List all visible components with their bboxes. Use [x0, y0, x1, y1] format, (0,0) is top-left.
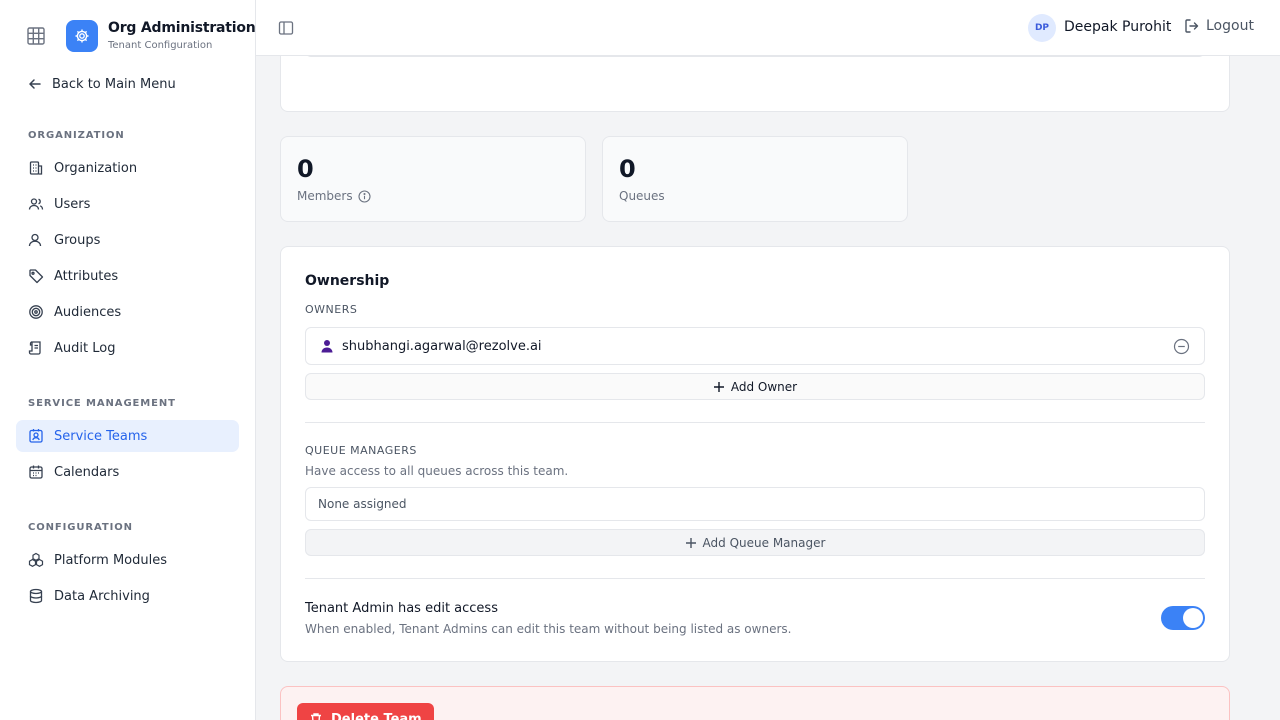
divider [305, 578, 1205, 579]
queues-count: 0 [619, 155, 636, 183]
divider [305, 422, 1205, 423]
sidebar-item-label: Data Archiving [54, 588, 150, 604]
remove-owner-icon[interactable] [1173, 338, 1190, 355]
queues-label-row: Queues [619, 189, 665, 203]
logout-button[interactable]: Logout [1184, 18, 1254, 34]
top-header: DP Deepak Purohit Logout [256, 0, 1280, 56]
owner-email: shubhangi.agarwal@rezolve.ai [342, 338, 542, 354]
sidebar: Org Administration Tenant Configuration … [0, 0, 256, 720]
target-icon [28, 304, 44, 320]
sidebar-item-service-teams[interactable]: Service Teams [16, 420, 239, 452]
queues-stat-card: 0 Queues [602, 136, 908, 222]
toggle-knob [1183, 608, 1203, 628]
grid-icon[interactable] [26, 26, 46, 46]
add-owner-button[interactable]: Add Owner [305, 373, 1205, 400]
plus-icon [713, 381, 725, 393]
members-label: Members [297, 189, 353, 203]
person-icon [320, 339, 334, 353]
info-icon[interactable] [358, 189, 371, 203]
sidebar-item-users[interactable]: Users [16, 188, 239, 220]
owners-heading: OWNERS [305, 303, 358, 316]
sidebar-item-calendars[interactable]: Calendars [16, 456, 239, 488]
ownership-card: Ownership OWNERS shubhangi.agarwal@rezol… [280, 246, 1230, 662]
sidebar-item-label: Users [54, 196, 91, 212]
tenant-admin-toggle[interactable] [1161, 606, 1205, 630]
sidebar-item-label: Calendars [54, 464, 120, 480]
delete-team-label: Delete Team [331, 711, 422, 720]
sidebar-item-audiences[interactable]: Audiences [16, 296, 239, 328]
sidebar-item-attributes[interactable]: Attributes [16, 260, 239, 292]
back-to-main-menu-link[interactable]: Back to Main Menu [28, 74, 176, 94]
boxes-icon [28, 552, 44, 568]
sidebar-item-label: Groups [54, 232, 101, 248]
queue-managers-heading: QUEUE MANAGERS [305, 444, 417, 457]
logout-label: Logout [1206, 18, 1254, 34]
tenant-admin-help: When enabled, Tenant Admins can edit thi… [305, 622, 792, 636]
section-heading-service-management: SERVICE MANAGEMENT [28, 398, 176, 409]
sidebar-item-label: Platform Modules [54, 552, 168, 568]
arrow-left-icon [29, 79, 41, 89]
section-heading-configuration: CONFIGURATION [28, 522, 133, 533]
log-icon [28, 340, 44, 356]
sidebar-item-label: Audit Log [54, 340, 116, 356]
tag-icon [28, 268, 44, 284]
queue-managers-help: Have access to all queues across this te… [305, 464, 569, 478]
queue-managers-empty: None assigned [305, 487, 1205, 521]
members-stat-card: 0 Members [280, 136, 586, 222]
users-icon [28, 196, 44, 212]
sidebar-item-label: Attributes [54, 268, 119, 284]
sidebar-item-label: Service Teams [54, 428, 148, 444]
brand: Org Administration Tenant Configuration [0, 0, 256, 72]
section-heading-organization: ORGANIZATION [28, 130, 125, 141]
group-icon [28, 232, 44, 248]
sidebar-item-data-archiving[interactable]: Data Archiving [16, 580, 239, 612]
sidebar-toggle-icon[interactable] [278, 20, 294, 36]
calendar-icon [28, 464, 44, 480]
back-link-label: Back to Main Menu [52, 76, 176, 92]
queues-label: Queues [619, 189, 665, 203]
trash-icon [309, 712, 323, 720]
avatar[interactable]: DP [1028, 14, 1056, 42]
add-queue-manager-label: Add Queue Manager [702, 535, 826, 550]
plus-icon [685, 537, 697, 549]
ownership-title: Ownership [305, 273, 390, 289]
contact-icon [28, 428, 44, 444]
sidebar-item-audit-log[interactable]: Audit Log [16, 332, 239, 364]
description-textarea[interactable] [305, 56, 1205, 57]
user-name: Deepak Purohit [1064, 19, 1172, 35]
database-icon [28, 588, 44, 604]
members-label-row: Members [297, 189, 371, 203]
delete-team-button[interactable]: Delete Team [297, 703, 434, 720]
sidebar-item-label: Audiences [54, 304, 122, 320]
gear-icon [66, 20, 98, 52]
logout-icon [1185, 19, 1199, 33]
owner-row: shubhangi.agarwal@rezolve.ai [305, 327, 1205, 365]
brand-title: Org Administration [108, 20, 256, 36]
description-card [280, 56, 1230, 112]
sidebar-item-platform-modules[interactable]: Platform Modules [16, 544, 239, 576]
sidebar-item-label: Organization [54, 160, 138, 176]
sidebar-item-groups[interactable]: Groups [16, 224, 239, 256]
sidebar-item-organization[interactable]: Organization [16, 152, 239, 184]
add-owner-label: Add Owner [730, 379, 798, 394]
brand-subtitle: Tenant Configuration [108, 40, 213, 51]
add-queue-manager-button[interactable]: Add Queue Manager [305, 529, 1205, 556]
building-icon [28, 160, 44, 176]
members-count: 0 [297, 155, 314, 183]
danger-zone-card: Delete Team [280, 686, 1230, 720]
tenant-admin-title: Tenant Admin has edit access [305, 601, 498, 616]
main-content: 0 Members 0 Queues Ownership OWNERS shub… [256, 56, 1280, 720]
